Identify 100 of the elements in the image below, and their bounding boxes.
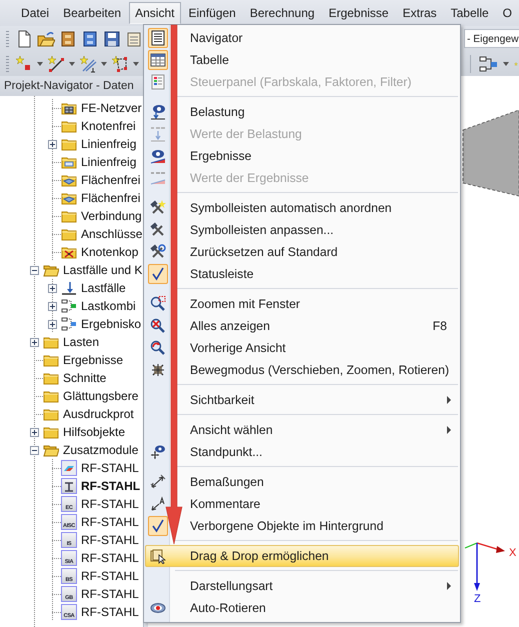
menu-item[interactable]: Symbolleisten anpassen... [145, 219, 459, 241]
menu-item[interactable]: Bearbeiten [56, 2, 128, 24]
menu-item[interactable]: Verborgene Objekte im Hintergrund [145, 515, 459, 537]
expand-toggle[interactable] [48, 140, 56, 148]
tree-item[interactable]: RF-STAHL [81, 461, 139, 475]
tree-item[interactable]: Flächenfrei [81, 191, 140, 205]
expand-toggle[interactable] [30, 428, 38, 436]
menu-item[interactable]: Auto-Rotieren [145, 597, 459, 619]
dropdown-caret-icon[interactable] [101, 62, 107, 66]
menu-item[interactable]: Darstellungsart [145, 575, 459, 597]
tree-item[interactable]: Schnitte [63, 371, 106, 385]
menu-item[interactable]: Ergebnisse [322, 2, 396, 24]
collapse-toggle[interactable] [30, 446, 38, 454]
menu-item[interactable]: O [496, 2, 518, 24]
eye-icon [150, 148, 166, 164]
menu-item[interactable]: Symbolleisten automatisch anordnen [145, 197, 459, 219]
collapse-toggle[interactable] [30, 266, 38, 274]
menu-item[interactable]: Navigator [145, 27, 459, 49]
menu-item[interactable]: Zoomen mit Fenster [145, 293, 459, 315]
dropdown-caret-icon[interactable] [133, 62, 139, 66]
expand-toggle[interactable] [48, 284, 56, 292]
save-icon[interactable] [103, 30, 121, 48]
menu-item[interactable]: Sichtbarkeit [145, 389, 459, 411]
menu-item[interactable]: Bewegmodus (Verschieben, Zoomen, Rotieren) [145, 359, 459, 381]
tree-item[interactable]: Lastfälle und K [63, 263, 142, 277]
tree-item[interactable]: Zusatzmodule [63, 443, 138, 457]
tree-item[interactable]: FE-Netzver [81, 101, 142, 115]
menu-item[interactable]: Einfügen [182, 2, 242, 24]
tree-item[interactable]: RF-STAHL [81, 605, 139, 619]
menu-item[interactable]: Kommentare [145, 493, 459, 515]
new-member-icon[interactable] [79, 54, 97, 72]
tree-item[interactable]: Ausdruckprot [63, 407, 134, 421]
menu-item[interactable]: Ergebnisse [145, 145, 459, 167]
tools-icon [150, 244, 166, 260]
module-icon [61, 460, 77, 476]
axis-label: X [509, 547, 516, 559]
tree-item[interactable]: Lastfälle [81, 281, 126, 295]
new-surface-icon[interactable] [111, 54, 129, 72]
result-values-icon [150, 170, 166, 186]
rotate-icon [150, 600, 166, 616]
menu-item[interactable]: Belastung [145, 101, 459, 123]
tree-item[interactable]: Knotenfrei [81, 119, 136, 133]
tree-item[interactable]: Linienfreig [81, 155, 136, 169]
menu-item[interactable]: Statusleiste [145, 263, 459, 285]
menu-item[interactable]: Berechnung [243, 2, 322, 24]
dropdown-caret-icon[interactable] [69, 62, 75, 66]
tree-item[interactable]: RF-STAHL [81, 569, 139, 583]
tree-item[interactable]: RF-STAHL [81, 551, 139, 565]
menu-item[interactable]: Datei [14, 2, 56, 24]
tree-item[interactable]: Verbindung [81, 209, 142, 223]
tree-item[interactable]: RF-STAHL [81, 515, 139, 529]
menu-item[interactable]: Tabelle [145, 49, 459, 71]
load-case-field[interactable]: - Eigengew [464, 29, 519, 48]
cabinet-icon[interactable] [81, 30, 99, 48]
new-node-icon[interactable] [15, 54, 33, 72]
menu-item[interactable]: Alles anzeigen F8 [145, 315, 459, 337]
tree-item[interactable]: Glättungsbere [63, 389, 138, 403]
tree-item[interactable]: Anschlüsse [81, 227, 142, 241]
combination-icon [61, 298, 77, 314]
dropdown-caret-icon[interactable] [37, 62, 43, 66]
combination-icon [61, 316, 77, 332]
load-values-icon [150, 126, 166, 142]
tree-item[interactable]: Lastkombi [81, 299, 136, 313]
eye-icon [150, 104, 166, 120]
expand-toggle[interactable] [30, 338, 38, 346]
dropdown-caret-icon[interactable] [503, 62, 509, 66]
tree-item[interactable]: Knotenkop [81, 245, 138, 259]
menu-item[interactable]: Bemaßungen [145, 471, 459, 493]
tree-item[interactable]: Flächenfrei [81, 173, 140, 187]
expand-toggle[interactable] [48, 320, 56, 328]
connect-icon[interactable] [479, 54, 499, 72]
move-icon [150, 362, 166, 378]
tree-item[interactable]: RF-STAHL [81, 479, 140, 493]
tree-item[interactable]: RF-STAHL [81, 497, 139, 511]
tree-item[interactable]: Ergebnisse [63, 353, 124, 367]
tree-item[interactable]: Linienfreig [81, 137, 136, 151]
tools-icon [150, 200, 166, 216]
star-icon[interactable] [513, 62, 519, 66]
zoom-icon [150, 340, 166, 356]
menu-item[interactable]: Vorherige Ansicht [145, 337, 459, 359]
open-folder-icon[interactable] [37, 30, 55, 48]
tree-item[interactable]: Lasten [63, 335, 100, 349]
cabinet-icon[interactable] [59, 30, 77, 48]
menu-item[interactable]: Zurücksetzen auf Standard [145, 241, 459, 263]
menu-item[interactable]: Extras [396, 2, 444, 24]
menu-item[interactable]: Drag & Drop ermöglichen [145, 545, 459, 567]
viewpoint-icon [150, 444, 166, 460]
expand-toggle[interactable] [48, 302, 56, 310]
new-line-icon[interactable] [47, 54, 65, 72]
tree-item[interactable]: RF-STAHL [81, 533, 139, 547]
tree-item[interactable]: RF-STAHL [81, 587, 139, 601]
axes-drawing [464, 542, 505, 591]
menu-item[interactable]: Ansicht [128, 2, 181, 24]
dimension-icon [150, 474, 166, 490]
menu-item[interactable]: Tabelle [444, 2, 496, 24]
menu-item[interactable]: Ansicht wählen [145, 419, 459, 441]
tree-item[interactable]: Ergebnisko [81, 317, 142, 331]
menu-item[interactable]: Standpunkt... [145, 441, 459, 463]
notepad-icon[interactable] [125, 30, 143, 48]
tree-item[interactable]: Hilfsobjekte [63, 425, 126, 439]
